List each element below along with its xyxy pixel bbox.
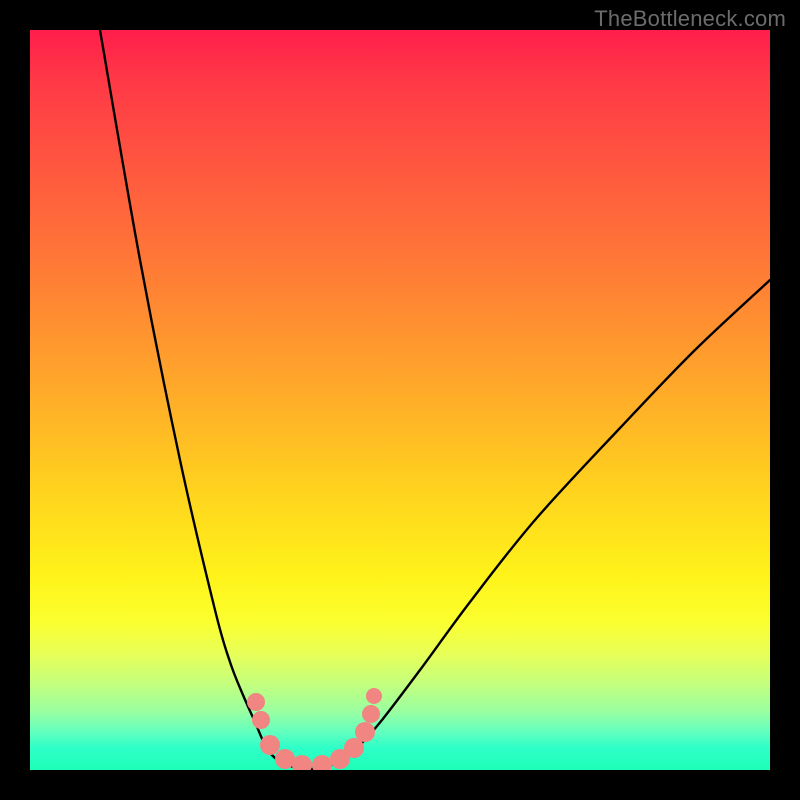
valley-dot bbox=[292, 755, 312, 770]
valley-dot bbox=[247, 693, 265, 711]
valley-dot bbox=[366, 688, 382, 704]
valley-dot bbox=[260, 735, 280, 755]
plot-area bbox=[30, 30, 770, 770]
valley-dot bbox=[275, 749, 295, 769]
valley-dot bbox=[362, 705, 380, 723]
valley-dot bbox=[252, 711, 270, 729]
bottleneck-curve bbox=[30, 30, 770, 770]
valley-dot bbox=[355, 722, 375, 742]
curve-line bbox=[100, 30, 770, 769]
valley-dot bbox=[312, 755, 332, 770]
valley-dots bbox=[247, 688, 382, 770]
watermark-text: TheBottleneck.com bbox=[594, 6, 786, 32]
